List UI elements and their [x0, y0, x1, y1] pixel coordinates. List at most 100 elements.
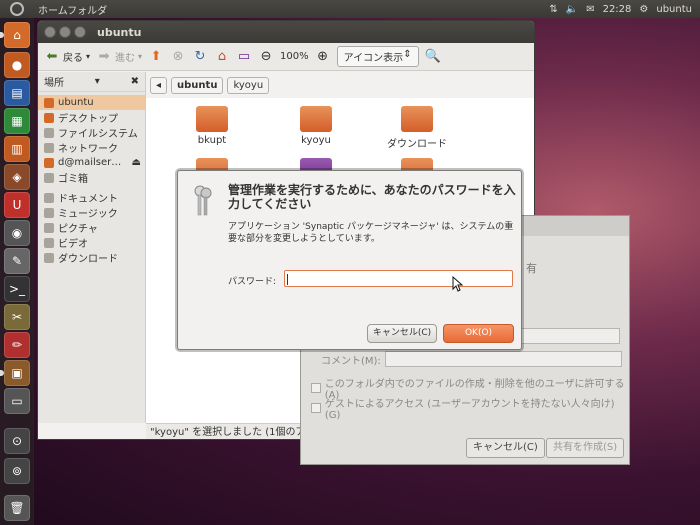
- eject-icon[interactable]: ⏏: [132, 157, 141, 168]
- zoom-level: 100%: [280, 51, 309, 62]
- sidebar-item-ubuntu[interactable]: ubuntu: [38, 95, 145, 110]
- sidebar-item-documents[interactable]: ドキュメント: [38, 190, 145, 205]
- system-settings-launcher-icon[interactable]: ▭: [4, 388, 30, 414]
- ubuntu-logo-icon[interactable]: [10, 2, 24, 16]
- folder-icon: [44, 252, 54, 263]
- impress-launcher-icon[interactable]: ▥: [4, 136, 30, 162]
- sidebar-item-mailserver[interactable]: d@mailser… ⏏: [38, 155, 145, 170]
- firefox-launcher-icon[interactable]: ●: [4, 52, 30, 78]
- chevron-down-icon[interactable]: ▾: [95, 76, 100, 87]
- drive-icon: [44, 127, 54, 138]
- gedit-launcher-icon[interactable]: ✎: [4, 248, 30, 274]
- forward-label: 進む: [115, 53, 136, 64]
- trash-icon: [44, 172, 54, 183]
- folder-icon: [44, 192, 54, 203]
- text-caret: [287, 274, 288, 285]
- shotwell-launcher-icon[interactable]: ◉: [4, 220, 30, 246]
- password-label: パスワード:: [228, 277, 277, 287]
- stop-icon[interactable]: ⊗: [170, 49, 186, 65]
- view-mode-select[interactable]: アイコン表示 ⇕: [336, 46, 419, 67]
- create-share-button[interactable]: 共有を作成(S): [546, 438, 625, 458]
- file-item[interactable]: bkupt: [182, 106, 242, 146]
- writer-launcher-icon[interactable]: ▤: [4, 80, 30, 106]
- window-titlebar[interactable]: ubuntu: [38, 21, 534, 43]
- folder-icon: [44, 222, 54, 233]
- window-title: ubuntu: [97, 25, 142, 39]
- sidebar-item-videos[interactable]: ビデオ: [38, 235, 145, 250]
- sidebar-item-downloads[interactable]: ダウンロード: [38, 250, 145, 265]
- active-app-title: ホームフォルダ: [38, 5, 108, 17]
- sidebar-item-pictures[interactable]: ピクチャ: [38, 220, 145, 235]
- user-icon[interactable]: ⚙: [639, 4, 648, 15]
- share-cancel-button[interactable]: キャンセル(C): [466, 438, 545, 458]
- folder-icon: [300, 106, 332, 132]
- mail-icon[interactable]: ✉: [586, 4, 594, 15]
- sidebar-item-network[interactable]: ネットワーク: [38, 140, 145, 155]
- breadcrumb-kyoyu[interactable]: kyoyu: [227, 76, 270, 94]
- share-dialog-title: 有: [526, 262, 537, 275]
- sidebar-item-music[interactable]: ミュージック: [38, 205, 145, 220]
- search-icon[interactable]: 🔍: [425, 49, 441, 65]
- up-arrow-icon[interactable]: ⬆: [148, 49, 164, 65]
- forward-button[interactable]: ➡ 進む ▾: [96, 49, 142, 65]
- lens-files-launcher-icon[interactable]: ⊚: [4, 458, 30, 484]
- folder-icon: [196, 106, 228, 132]
- file-item[interactable]: ダウンロード: [382, 106, 452, 150]
- guest-access-checkbox[interactable]: [311, 403, 321, 413]
- back-arrow-icon: ⬅: [46, 49, 58, 64]
- cancel-button[interactable]: キャンセル(C): [367, 324, 437, 343]
- password-input[interactable]: [284, 270, 513, 287]
- ubuntu-one-launcher-icon[interactable]: U: [4, 192, 30, 218]
- tools-launcher-icon[interactable]: ✂: [4, 304, 30, 330]
- maximize-window-icon[interactable]: [74, 26, 86, 38]
- top-panel: ホームフォルダ ⇅ 🔈 ✉ 22:28 ⚙ ubuntu: [0, 0, 700, 18]
- lens-apps-launcher-icon[interactable]: ⊙: [4, 428, 30, 454]
- zoom-out-icon[interactable]: ⊖: [258, 49, 274, 65]
- sidebar-item-trash[interactable]: ゴミ箱: [38, 170, 145, 185]
- remote-folder-icon: [44, 157, 54, 168]
- folder-icon: [44, 237, 54, 248]
- close-window-icon[interactable]: [44, 26, 56, 38]
- toolbar: ⬅ 戻る ▾ ➡ 進む ▾ ⬆ ⊗ ↻ ⌂ ▭ ⊖ 100% ⊕ アイコン表示 …: [38, 43, 534, 71]
- breadcrumb-ubuntu[interactable]: ubuntu: [171, 76, 224, 94]
- trash-launcher-icon[interactable]: 🗑: [4, 495, 30, 521]
- username[interactable]: ubuntu: [656, 4, 692, 15]
- software-center-launcher-icon[interactable]: ◈: [4, 164, 30, 190]
- download-folder-icon: [401, 106, 433, 132]
- volume-icon[interactable]: 🔈: [566, 4, 578, 15]
- authentication-dialog: 管理作業を実行するために、あなたのパスワードを入力してください アプリケーション…: [177, 170, 522, 350]
- reload-icon[interactable]: ↻: [192, 49, 208, 65]
- synaptic-launcher-icon[interactable]: ▣: [4, 360, 30, 386]
- home-folder-launcher-icon[interactable]: ⌂: [4, 22, 30, 48]
- calc-launcher-icon[interactable]: ▦: [4, 108, 30, 134]
- guest-access-row[interactable]: ゲストによるアクセス (ユーザーアカウントを持たない人々向け) (G): [311, 395, 629, 421]
- launcher: ⌂ ● ▤ ▦ ▥ ◈ U ◉ ✎ >_ ✂ ✏ ▣ ▭ ⊙ ⊚ 🗑: [0, 18, 34, 525]
- guest-access-label: ゲストによるアクセス (ユーザーアカウントを持たない人々向け) (G): [324, 399, 615, 421]
- back-button[interactable]: ⬅ 戻る ▾: [44, 49, 90, 65]
- sidebar-item-desktop[interactable]: デスクトップ: [38, 110, 145, 125]
- breadcrumb: ◂ ubuntu kyoyu: [146, 72, 534, 98]
- sidebar: 場所 ▾ ✖ ubuntu デスクトップ ファイルシステム ネットワーク d@m…: [38, 72, 146, 423]
- allow-others-checkbox[interactable]: [311, 383, 321, 393]
- network-icon[interactable]: ⇅: [549, 4, 557, 15]
- chevron-down-icon: ⇕: [403, 49, 412, 60]
- home-folder-icon: [44, 97, 54, 108]
- system-tray: ⇅ 🔈 ✉ 22:28 ⚙ ubuntu: [549, 4, 692, 15]
- home-icon[interactable]: ⌂: [214, 49, 230, 65]
- terminal-launcher-icon[interactable]: >_: [4, 276, 30, 302]
- network-icon: [44, 142, 54, 153]
- auth-heading: 管理作業を実行するために、あなたのパスワードを入力してください: [228, 183, 516, 211]
- sidebar-item-filesystem[interactable]: ファイルシステム: [38, 125, 145, 140]
- clock[interactable]: 22:28: [603, 4, 632, 15]
- minimize-window-icon[interactable]: [59, 26, 71, 38]
- computer-icon[interactable]: ▭: [236, 49, 252, 65]
- file-item[interactable]: kyoyu: [286, 106, 346, 146]
- comment-input[interactable]: [384, 351, 622, 367]
- ok-button[interactable]: OK(O): [443, 324, 514, 343]
- zoom-in-icon[interactable]: ⊕: [315, 49, 331, 65]
- path-back-arrow-icon[interactable]: ◂: [150, 76, 168, 94]
- auth-description: アプリケーション 'Synaptic パッケージマネージャ' は、システムの重要…: [228, 222, 514, 244]
- pencils-launcher-icon[interactable]: ✏: [4, 332, 30, 358]
- sidebar-header-label: 場所: [44, 78, 64, 89]
- close-sidebar-icon[interactable]: ✖: [131, 76, 139, 87]
